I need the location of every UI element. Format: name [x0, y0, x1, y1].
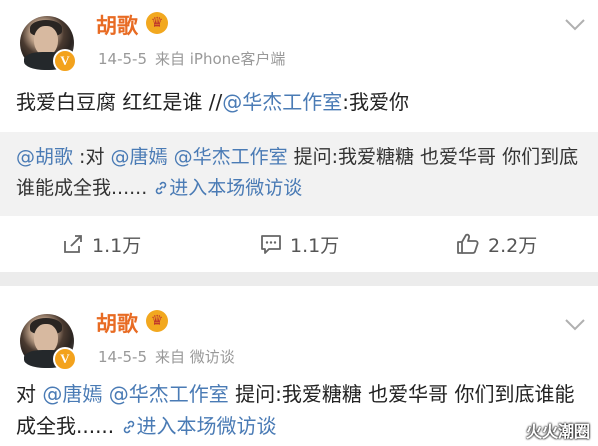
- weibo-post-2: V 胡歌 ♛ 14-5-5 来自 微访谈 对 @唐嫣 @华杰工作室 提问:我爱糖糖…: [0, 286, 598, 446]
- quoted-text: @胡歌 :对 @唐嫣 @华杰工作室 提问:我爱糖糖 也爱华哥 你们到底谁能成全我…: [16, 146, 579, 199]
- crown-icon: ♛: [146, 12, 168, 34]
- link-icon: [156, 181, 167, 195]
- avatar[interactable]: V: [20, 314, 77, 371]
- mention-link[interactable]: @胡歌: [16, 146, 73, 168]
- mention-link[interactable]: @华杰工作室: [222, 90, 342, 114]
- thumbs-up-icon: [457, 233, 479, 254]
- author-name[interactable]: 胡歌: [96, 308, 138, 338]
- post-actions: 1.1万 1.1万 2.2万: [0, 226, 598, 262]
- repost-button[interactable]: 1.1万: [62, 228, 141, 260]
- comment-icon: [261, 235, 281, 254]
- crown-icon: ♛: [146, 310, 168, 332]
- repost-icon: [64, 235, 82, 253]
- avatar[interactable]: V: [20, 16, 77, 73]
- chevron-down-icon[interactable]: [564, 18, 586, 32]
- mention-link[interactable]: @华杰工作室: [174, 146, 288, 168]
- post-text: 我爱白豆腐 红红是谁 //@华杰工作室:我爱你: [16, 90, 409, 114]
- author-name[interactable]: 胡歌: [96, 10, 138, 40]
- comment-button[interactable]: 1.1万: [260, 228, 339, 260]
- interview-link[interactable]: 进入本场微访谈: [153, 177, 302, 199]
- post-text: 对 @唐嫣 @华杰工作室 提问:我爱糖糖 也爱华哥 你们到底谁能成全我.....…: [16, 382, 575, 438]
- interview-link[interactable]: 进入本场微访谈: [121, 414, 277, 438]
- post-meta: 14-5-5 来自 微访谈: [98, 346, 235, 367]
- post-divider: [0, 272, 598, 286]
- post-date: 14-5-5: [98, 348, 147, 366]
- mention-link[interactable]: @唐嫣: [111, 146, 168, 168]
- v-badge-icon: V: [53, 347, 77, 371]
- quoted-post[interactable]: @胡歌 :对 @唐嫣 @华杰工作室 提问:我爱糖糖 也爱华哥 你们到底谁能成全我…: [0, 132, 598, 216]
- like-button[interactable]: 2.2万: [456, 228, 537, 260]
- post-meta: 14-5-5 来自 iPhone客户端: [98, 48, 285, 69]
- mention-link[interactable]: @唐嫣: [42, 382, 102, 406]
- mention-link[interactable]: @华杰工作室: [109, 382, 229, 406]
- v-badge-icon: V: [53, 49, 77, 73]
- chevron-down-icon[interactable]: [564, 318, 586, 332]
- post-source: 来自 iPhone客户端: [155, 50, 286, 68]
- post-source: 来自 微访谈: [155, 348, 235, 366]
- post-date: 14-5-5: [98, 50, 147, 68]
- watermark: 火火潮圈: [525, 422, 590, 441]
- weibo-post-1: V 胡歌 ♛ 14-5-5 来自 iPhone客户端 我爱白豆腐 红红是谁 //@…: [0, 0, 598, 272]
- link-icon: [123, 420, 134, 434]
